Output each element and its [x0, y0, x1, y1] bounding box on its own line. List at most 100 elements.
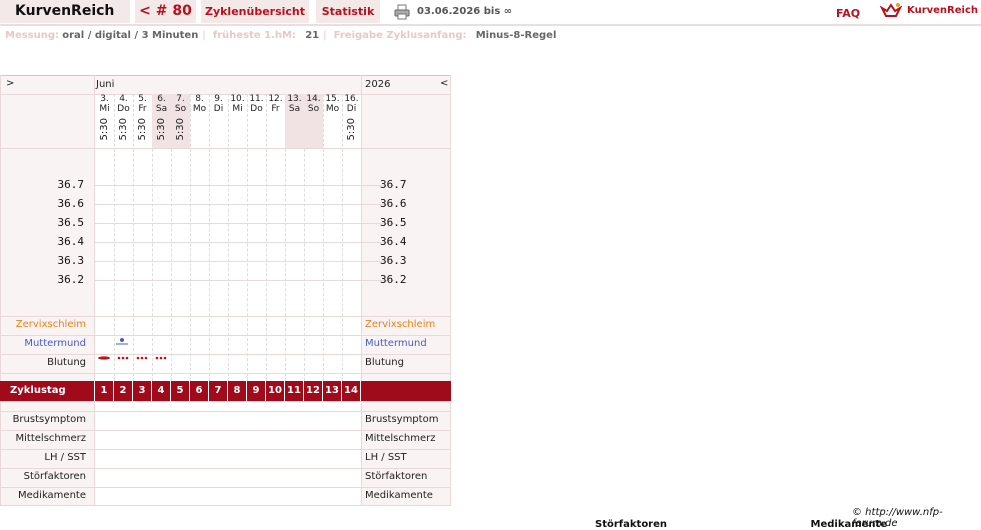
temp-axis-label: 36.2: [57, 273, 85, 286]
day-header[interactable]: 10. Mi: [228, 94, 247, 148]
temp-axis-label-right: 36.2: [380, 273, 407, 286]
cycle-day-number[interactable]: 9: [246, 381, 265, 401]
day-header[interactable]: 9. Di: [209, 94, 228, 148]
day-date: 6.: [157, 94, 166, 104]
day-date: 7.: [176, 94, 185, 104]
day-weekday: Mi: [232, 104, 243, 114]
messung-label: Messung:: [5, 30, 60, 41]
day-weekday: Di: [346, 104, 357, 114]
day-date: 12.: [268, 94, 283, 104]
temp-axis-label-right: 36.3: [380, 254, 407, 267]
cycle-day-number[interactable]: 14: [341, 381, 360, 401]
brand-name[interactable]: KurvenReich: [907, 0, 978, 22]
tab-statistics[interactable]: Statistik: [316, 0, 380, 23]
temp-axis-label-right: 36.5: [380, 216, 407, 229]
zervix-label: Zervixschleim: [15, 319, 86, 330]
tab-cycle-overview[interactable]: Zyklenübersicht: [201, 0, 309, 23]
cycle-day-number[interactable]: 11: [284, 381, 303, 401]
day-header[interactable]: 14. So: [304, 94, 323, 148]
measurement-time: 5:30: [98, 118, 110, 141]
temp-axis-label: 36.6: [57, 197, 85, 210]
printer-icon[interactable]: [394, 4, 410, 20]
measurement-time: 5:30: [174, 118, 186, 141]
temp-axis-label-right: 36.7: [380, 178, 407, 191]
temp-axis-label: 36.4: [57, 235, 85, 248]
day-date: 15.: [325, 94, 340, 104]
cycle-bar-separator: [360, 381, 361, 401]
day-date: 3.: [100, 94, 109, 104]
cycle-day-number[interactable]: 8: [227, 381, 246, 401]
day-weekday: Fr: [138, 104, 147, 114]
muttermund-marker[interactable]: [115, 335, 129, 347]
zervix-label-right: Zervixschleim: [365, 319, 436, 330]
day-header[interactable]: 3. Mi 5:30: [95, 94, 114, 148]
day-date: 8.: [195, 94, 204, 104]
zyklustag-label: Zyklustag: [10, 385, 66, 396]
cycle-select-button[interactable]: < # 80: [135, 0, 196, 23]
grid-hline: [0, 148, 451, 149]
cycle-day-number[interactable]: 6: [189, 381, 208, 401]
day-weekday: So: [307, 104, 320, 114]
day-date: 5.: [138, 94, 147, 104]
measurement-time: 5:30: [136, 118, 148, 141]
day-date: 9.: [214, 94, 223, 104]
bleeding-heavy-marker[interactable]: [96, 354, 114, 362]
day-date: 14.: [306, 94, 321, 104]
cycle-day-number[interactable]: 5: [170, 381, 189, 401]
cycle-day-number[interactable]: 7: [208, 381, 227, 401]
month-label: Juni: [96, 79, 115, 90]
day-weekday: Di: [213, 104, 224, 114]
cycle-day-number[interactable]: 3: [132, 381, 151, 401]
temp-gridline: [94, 280, 394, 281]
day-header[interactable]: 4. Do 5:30: [114, 94, 133, 148]
bleeding-light-marker[interactable]: [153, 354, 171, 362]
day-header[interactable]: 5. Fr 5:30: [133, 94, 152, 148]
freigabe-value: Minus-8-Regel: [475, 30, 557, 41]
day-weekday: Mo: [192, 104, 207, 114]
temp-gridline: [94, 185, 394, 186]
day-date: 16.: [344, 94, 359, 104]
grid-hline: [0, 373, 451, 374]
medi-label: Medikamente: [18, 490, 86, 501]
cycle-day-number[interactable]: 1: [94, 381, 113, 401]
temp-gridline: [94, 261, 394, 262]
temp-axis-label: 36.3: [57, 254, 85, 267]
nav-next-button[interactable]: <: [440, 78, 448, 89]
mittel-label-right: Mittelschmerz: [365, 433, 436, 444]
measurement-time: 5:30: [155, 118, 167, 141]
temp-gridline: [94, 223, 394, 224]
lh-label: LH / SST: [44, 452, 86, 463]
cycle-day-number[interactable]: 4: [151, 381, 170, 401]
day-header[interactable]: 6. Sa 5:30: [152, 94, 171, 148]
day-header[interactable]: 13. Sa: [285, 94, 304, 148]
date-range: 03.06.2026 bis ∞: [417, 6, 513, 17]
messung-value: oral / digital / 3 Minuten: [62, 30, 199, 41]
stoer-label-right: Störfaktoren: [365, 471, 428, 482]
bleeding-light-marker[interactable]: [115, 354, 133, 362]
muttermund-label-right: Muttermund: [365, 338, 427, 349]
day-weekday: Mo: [325, 104, 340, 114]
app-logo[interactable]: KurvenReich: [0, 0, 130, 23]
temp-axis-label: 36.7: [57, 178, 85, 191]
day-header[interactable]: 12. Fr: [266, 94, 285, 148]
bleeding-light-marker[interactable]: [134, 354, 152, 362]
nav-prev-button[interactable]: >: [6, 78, 14, 89]
day-header[interactable]: 7. So 5:30: [171, 94, 190, 148]
lh-label-right: LH / SST: [365, 452, 407, 463]
day-weekday: Sa: [288, 104, 301, 114]
day-weekday: Mi: [99, 104, 110, 114]
day-date: 13.: [287, 94, 302, 104]
faq-link[interactable]: FAQ: [836, 2, 860, 26]
day-header[interactable]: 11. Do: [247, 94, 266, 148]
day-header[interactable]: 16. Di 5:30: [342, 94, 361, 148]
day-header[interactable]: 15. Mo: [323, 94, 342, 148]
hm-label: früheste 1.hM:: [212, 30, 296, 41]
cycle-day-number[interactable]: 10: [265, 381, 284, 401]
blutung-label-right: Blutung: [365, 357, 404, 368]
cycle-day-number[interactable]: 2: [113, 381, 132, 401]
year-label: 2026: [365, 79, 391, 90]
day-header[interactable]: 8. Mo: [190, 94, 209, 148]
grid-hline: [0, 505, 451, 506]
cycle-day-number[interactable]: 12: [303, 381, 322, 401]
cycle-day-number[interactable]: 13: [322, 381, 341, 401]
